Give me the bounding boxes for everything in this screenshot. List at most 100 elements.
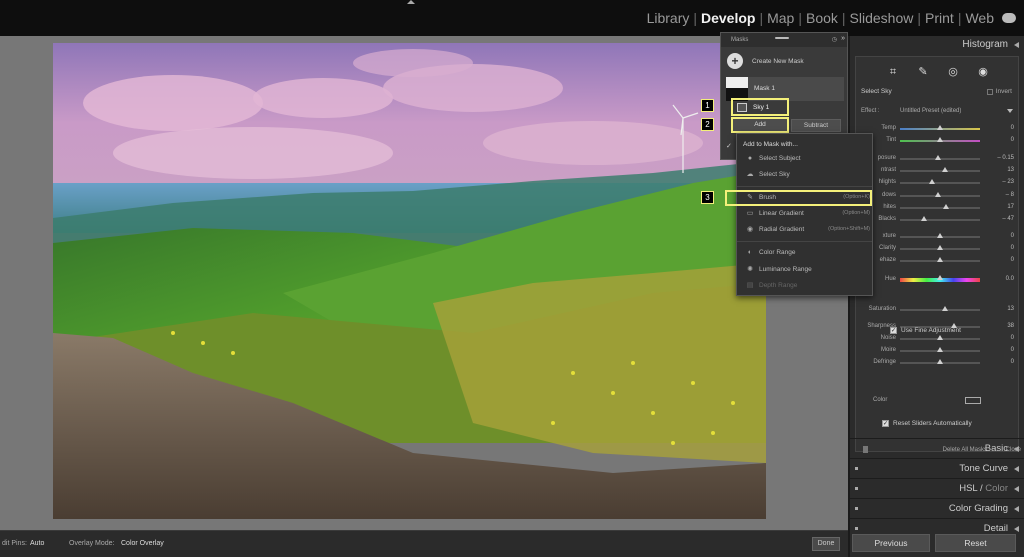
slider-track[interactable]: [900, 257, 980, 262]
slider-thumb[interactable]: [937, 125, 943, 130]
slider-track[interactable]: [900, 335, 980, 340]
slider-thumb[interactable]: [935, 155, 942, 160]
overlay-mode-select[interactable]: Color Overlay: [121, 540, 164, 547]
slider-thumb[interactable]: [937, 257, 943, 262]
module-book[interactable]: Book: [802, 10, 842, 26]
previous-button[interactable]: Previous: [852, 534, 930, 552]
slider-thumb[interactable]: [937, 335, 943, 340]
slider-track[interactable]: [900, 216, 980, 221]
sky-1-component[interactable]: Sky 1: [731, 98, 789, 116]
visibility-toggle-icon[interactable]: [855, 487, 858, 490]
slider-value[interactable]: 38: [1007, 323, 1014, 329]
slider-xture[interactable]: xture 0: [856, 232, 1020, 244]
slider-value[interactable]: – 8: [1006, 192, 1014, 198]
slider-dows[interactable]: dows – 8: [856, 191, 1020, 203]
slider-thumb[interactable]: [921, 216, 927, 221]
slider-thumb[interactable]: [941, 167, 948, 172]
crop-icon[interactable]: ⌗: [885, 65, 901, 79]
slider-track[interactable]: [900, 306, 980, 311]
slider-ntrast[interactable]: ntrast 13: [856, 166, 1020, 178]
slider-value[interactable]: – 23: [1002, 179, 1014, 185]
slider-value[interactable]: 0: [1011, 347, 1014, 353]
slider-noise[interactable]: Noise 0: [856, 334, 1020, 346]
menu-item-select-sky[interactable]: ☁ Select Sky: [737, 168, 872, 182]
menu-item-select-subject[interactable]: ● Select Subject: [737, 152, 872, 166]
slider-track[interactable]: [900, 347, 980, 352]
create-new-mask-button[interactable]: + Create New Mask: [727, 53, 804, 69]
masking-icon[interactable]: ◉: [975, 65, 991, 79]
slider-value[interactable]: 0: [1011, 335, 1014, 341]
slider-moire[interactable]: Moire 0: [856, 346, 1020, 358]
slider-thumb[interactable]: [937, 275, 943, 280]
help-icon[interactable]: ◷: [832, 36, 837, 43]
dropdown-arrow-icon[interactable]: [1007, 109, 1013, 113]
module-library[interactable]: Library: [643, 10, 694, 26]
slider-thumb[interactable]: [934, 192, 941, 197]
visibility-toggle-icon[interactable]: [855, 527, 858, 530]
slider-track[interactable]: [900, 245, 980, 250]
slider-value[interactable]: 0.0: [1006, 276, 1014, 282]
menu-item-radial-gradient[interactable]: ◉ Radial Gradient (Option+Shift+M): [737, 223, 872, 237]
section-tone-curve[interactable]: Tone Curve: [850, 458, 1024, 477]
slider-hites[interactable]: hites 17: [856, 203, 1020, 215]
slider-value[interactable]: 13: [1007, 167, 1014, 173]
slider-track[interactable]: [900, 179, 980, 184]
slider-blacks[interactable]: Blacks – 47: [856, 215, 1020, 227]
slider-tint[interactable]: Tint 0: [856, 136, 1020, 148]
slider-track[interactable]: [900, 359, 980, 364]
drag-handle-icon[interactable]: [775, 37, 789, 39]
slider-hlights[interactable]: hlights – 23: [856, 178, 1020, 190]
section-hsl[interactable]: HSL / Color: [850, 478, 1024, 497]
slider-track[interactable]: [900, 137, 980, 142]
menu-item-color-range[interactable]: ◐ Color Range: [737, 246, 872, 260]
slider-track[interactable]: [900, 125, 980, 130]
slider-track[interactable]: [900, 233, 980, 238]
module-print[interactable]: Print: [921, 10, 958, 26]
slider-track[interactable]: [900, 204, 980, 209]
slider-temp[interactable]: Temp 0: [856, 124, 1020, 136]
slider-hue[interactable]: Hue 0.0: [856, 275, 1020, 287]
add-button[interactable]: Add: [731, 117, 789, 133]
slider-value[interactable]: 0: [1011, 137, 1014, 143]
edit-pins-select[interactable]: Auto: [30, 540, 44, 547]
slider-value[interactable]: – 47: [1002, 216, 1014, 222]
landscape-photo[interactable]: [53, 43, 766, 519]
slider-value[interactable]: 0: [1011, 245, 1014, 251]
slider-value[interactable]: – 0.15: [997, 155, 1014, 161]
slider-thumb[interactable]: [937, 137, 943, 142]
cloud-icon[interactable]: [1002, 13, 1016, 23]
confirm-check-icon[interactable]: ✓: [726, 142, 732, 150]
slider-thumb[interactable]: [937, 245, 943, 250]
slider-defringe[interactable]: Defringe 0: [856, 358, 1020, 370]
slider-value[interactable]: 17: [1007, 204, 1014, 210]
visibility-toggle-icon[interactable]: [855, 467, 858, 470]
slider-value[interactable]: 13: [1007, 306, 1014, 312]
fine-adjustment-checkbox[interactable]: ✓ Use Fine Adjustment: [890, 327, 961, 334]
slider-clarity[interactable]: Clarity 0: [856, 244, 1020, 256]
slider-track[interactable]: [900, 192, 980, 197]
histogram-header[interactable]: Histogram: [850, 36, 1024, 54]
visibility-toggle-icon[interactable]: [855, 507, 858, 510]
collapse-panel-icon[interactable]: »: [841, 35, 845, 42]
reset-sliders-checkbox[interactable]: ✓ Reset Sliders Automatically: [882, 420, 972, 427]
slider-track[interactable]: [900, 275, 980, 282]
slider-thumb[interactable]: [937, 359, 943, 364]
slider-value[interactable]: 0: [1011, 125, 1014, 131]
module-map[interactable]: Map: [763, 10, 798, 26]
color-swatch[interactable]: [965, 397, 981, 404]
slider-thumb[interactable]: [937, 347, 943, 352]
slider-thumb[interactable]: [942, 204, 949, 209]
slider-track[interactable]: [900, 155, 980, 160]
module-develop[interactable]: Develop: [697, 10, 759, 26]
slider-thumb[interactable]: [929, 179, 935, 184]
effect-preset[interactable]: Untitled Preset (edited): [900, 108, 961, 114]
panel-toggle-up-icon[interactable]: [407, 0, 415, 4]
slider-value[interactable]: 0: [1011, 233, 1014, 239]
section-basic[interactable]: Basic: [850, 438, 1024, 457]
masks-panel-header[interactable]: Masks ◷ »: [721, 33, 847, 47]
section-color-grading[interactable]: Color Grading: [850, 498, 1024, 517]
slider-ehaze[interactable]: ehaze 0: [856, 256, 1020, 268]
slider-saturation[interactable]: Saturation 13: [856, 305, 1020, 317]
slider-thumb[interactable]: [941, 306, 948, 311]
effect-row[interactable]: Effect : Untitled Preset (edited): [861, 108, 1015, 114]
